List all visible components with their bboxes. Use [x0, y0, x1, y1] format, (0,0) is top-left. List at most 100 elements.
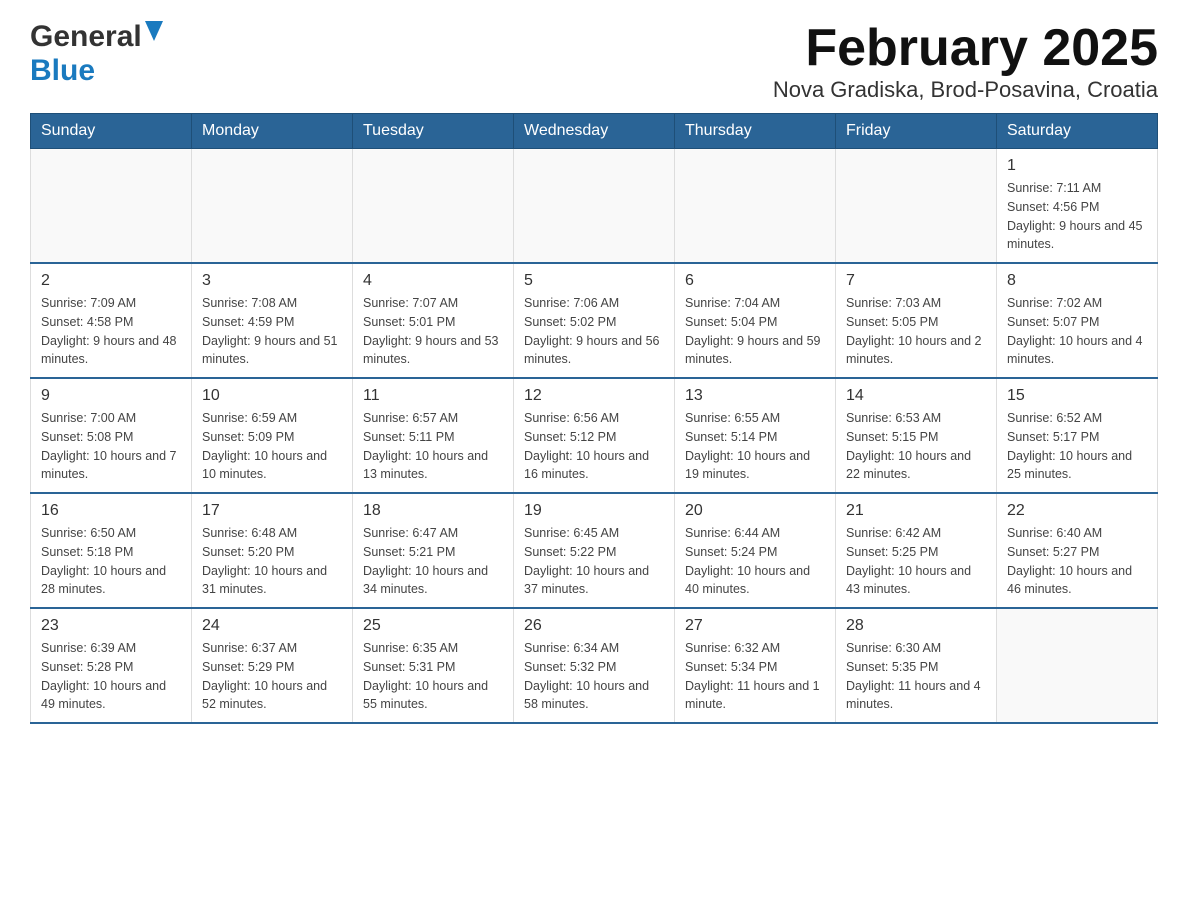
table-row: 22Sunrise: 6:40 AMSunset: 5:27 PMDayligh… [997, 493, 1158, 608]
day-info-line: Sunrise: 6:30 AM [846, 641, 941, 655]
day-info-line: Sunset: 5:22 PM [524, 545, 616, 559]
day-info-line: Sunrise: 7:08 AM [202, 296, 297, 310]
day-info: Sunrise: 7:11 AMSunset: 4:56 PMDaylight:… [1007, 179, 1147, 254]
day-info-line: Sunrise: 7:06 AM [524, 296, 619, 310]
day-info-line: Sunset: 5:29 PM [202, 660, 294, 674]
table-row: 5Sunrise: 7:06 AMSunset: 5:02 PMDaylight… [514, 263, 675, 378]
day-info: Sunrise: 7:06 AMSunset: 5:02 PMDaylight:… [524, 294, 664, 369]
page-subtitle: Nova Gradiska, Brod-Posavina, Croatia [773, 77, 1158, 103]
day-info: Sunrise: 6:57 AMSunset: 5:11 PMDaylight:… [363, 409, 503, 484]
day-number: 2 [41, 272, 181, 290]
day-info-line: Sunrise: 7:03 AM [846, 296, 941, 310]
table-row: 14Sunrise: 6:53 AMSunset: 5:15 PMDayligh… [836, 378, 997, 493]
day-info-line: Sunset: 5:09 PM [202, 430, 294, 444]
day-info-line: Sunset: 5:01 PM [363, 315, 455, 329]
table-row: 1 Sunrise: 7:11 AMSunset: 4:56 PMDaylight… [997, 149, 1158, 264]
day-number: 5 [524, 272, 664, 290]
logo-general-text: General [30, 20, 142, 54]
day-info-line: Sunrise: 6:42 AM [846, 526, 941, 540]
day-info-line: Sunrise: 7:09 AM [41, 296, 136, 310]
day-number: 22 [1007, 502, 1147, 520]
day-info: Sunrise: 6:52 AMSunset: 5:17 PMDaylight:… [1007, 409, 1147, 484]
day-info-line: Sunrise: 6:57 AM [363, 411, 458, 425]
day-info-line: Daylight: 10 hours and 34 minutes. [363, 564, 488, 597]
day-info: Sunrise: 6:45 AMSunset: 5:22 PMDaylight:… [524, 524, 664, 599]
logo-triangle-icon [145, 21, 163, 46]
table-row: 13 Sunrise: 6:55 AMSunset: 5:14 PMDayligh… [675, 378, 836, 493]
day-info-line: Sunrise: 6:35 AM [363, 641, 458, 655]
day-info-line: Sunrise: 6:50 AM [41, 526, 136, 540]
calendar-header-row: Sunday Monday Tuesday Wednesday Thursday… [31, 114, 1158, 149]
calendar-week-row: 1 Sunrise: 7:11 AMSunset: 4:56 PMDaylight… [31, 149, 1158, 264]
day-number: 10 [202, 387, 342, 405]
day-info-line: Sunset: 5:27 PM [1007, 545, 1099, 559]
table-row: 27Sunrise: 6:32 AMSunset: 5:34 PMDayligh… [675, 608, 836, 723]
day-info-line: Sunset: 5:18 PM [41, 545, 133, 559]
day-number: 7 [846, 272, 986, 290]
day-info: Sunrise: 6:47 AMSunset: 5:21 PMDaylight:… [363, 524, 503, 599]
day-info-line: Daylight: 10 hours and 46 minutes. [1007, 564, 1132, 597]
day-info: Sunrise: 6:35 AM Sunset: 5:31 PM Daylight:… [363, 639, 503, 714]
calendar-body: 1 Sunrise: 7:11 AMSunset: 4:56 PMDaylight… [31, 149, 1158, 724]
day-number: 12 [524, 387, 664, 405]
table-row [353, 149, 514, 264]
day-info-line: Sunset: 5:34 PM [685, 660, 777, 674]
table-row: 26 Sunrise: 6:34 AMSunset: 5:32 PMDayligh… [514, 608, 675, 723]
col-sunday: Sunday [31, 114, 192, 149]
day-info-line: Daylight: 9 hours and 48 minutes. [41, 334, 177, 367]
table-row: 20 Sunrise: 6:44 AMSunset: 5:24 PMDayligh… [675, 493, 836, 608]
day-info: Sunrise: 7:03 AMSunset: 5:05 PMDaylight:… [846, 294, 986, 369]
day-info-line: Sunset: 5:08 PM [41, 430, 133, 444]
col-wednesday: Wednesday [514, 114, 675, 149]
day-info: Sunrise: 6:53 AMSunset: 5:15 PMDaylight:… [846, 409, 986, 484]
day-info-line: Sunrise: 6:39 AM [41, 641, 136, 655]
day-info: Sunrise: 6:56 AMSunset: 5:12 PMDaylight:… [524, 409, 664, 484]
day-info-line: Sunset: 5:31 PM [363, 660, 455, 674]
day-number: 26 [524, 617, 664, 635]
day-number: 20 [685, 502, 825, 520]
day-info-line: Sunrise: 7:11 AM [1007, 181, 1101, 195]
day-info-line: Sunset: 5:02 PM [524, 315, 616, 329]
col-tuesday: Tuesday [353, 114, 514, 149]
table-row: 15 Sunrise: 6:52 AMSunset: 5:17 PMDayligh… [997, 378, 1158, 493]
day-info: Sunrise: 6:55 AMSunset: 5:14 PMDaylight:… [685, 409, 825, 484]
day-number: 21 [846, 502, 986, 520]
day-number: 23 [41, 617, 181, 635]
table-row: 10Sunrise: 6:59 AMSunset: 5:09 PMDayligh… [192, 378, 353, 493]
day-number: 6 [685, 272, 825, 290]
day-info: Sunrise: 6:37 AMSunset: 5:29 PMDaylight:… [202, 639, 342, 714]
day-info-line: Sunrise: 6:56 AM [524, 411, 619, 425]
table-row [192, 149, 353, 264]
col-thursday: Thursday [675, 114, 836, 149]
calendar-week-row: 9Sunrise: 7:00 AMSunset: 5:08 PMDaylight… [31, 378, 1158, 493]
day-info: Sunrise: 6:34 AMSunset: 5:32 PMDaylight:… [524, 639, 664, 714]
day-info-line: Daylight: 10 hours and 49 minutes. [41, 679, 166, 712]
day-number: 17 [202, 502, 342, 520]
day-info-line: Daylight: 10 hours and 55 minutes. [363, 679, 488, 712]
day-number: 15 [1007, 387, 1147, 405]
day-info-line: Daylight: 10 hours and 4 minutes. [1007, 334, 1143, 367]
day-number: 1 [1007, 157, 1147, 175]
day-info-line: Daylight: 9 hours and 53 minutes. [363, 334, 499, 367]
day-number: 8 [1007, 272, 1147, 290]
day-info-line: Daylight: 10 hours and 52 minutes. [202, 679, 327, 712]
day-info-line: Sunset: 5:07 PM [1007, 315, 1099, 329]
day-info: Sunrise: 6:30 AMSunset: 5:35 PMDaylight:… [846, 639, 986, 714]
day-number: 13 [685, 387, 825, 405]
day-info-line: Daylight: 10 hours and 13 minutes. [363, 449, 488, 482]
day-info-line: Daylight: 10 hours and 58 minutes. [524, 679, 649, 712]
table-row: 8Sunrise: 7:02 AMSunset: 5:07 PMDaylight… [997, 263, 1158, 378]
title-block: February 2025 Nova Gradiska, Brod-Posavi… [773, 20, 1158, 103]
day-info-line: Sunrise: 6:48 AM [202, 526, 297, 540]
day-info: Sunrise: 6:44 AMSunset: 5:24 PMDaylight:… [685, 524, 825, 599]
day-info-line: Sunset: 5:17 PM [1007, 430, 1099, 444]
day-info: Sunrise: 7:08 AMSunset: 4:59 PMDaylight:… [202, 294, 342, 369]
day-info-line: Sunset: 5:28 PM [41, 660, 133, 674]
day-number: 28 [846, 617, 986, 635]
day-info: Sunrise: 6:39 AM Sunset: 5:28 PM Daylight:… [41, 639, 181, 714]
day-info-line: Sunset: 5:20 PM [202, 545, 294, 559]
day-info-line: Daylight: 9 hours and 45 minutes. [1007, 219, 1143, 252]
day-info: Sunrise: 6:50 AMSunset: 5:18 PMDaylight:… [41, 524, 181, 599]
day-info-line: Sunset: 4:58 PM [41, 315, 133, 329]
table-row [514, 149, 675, 264]
